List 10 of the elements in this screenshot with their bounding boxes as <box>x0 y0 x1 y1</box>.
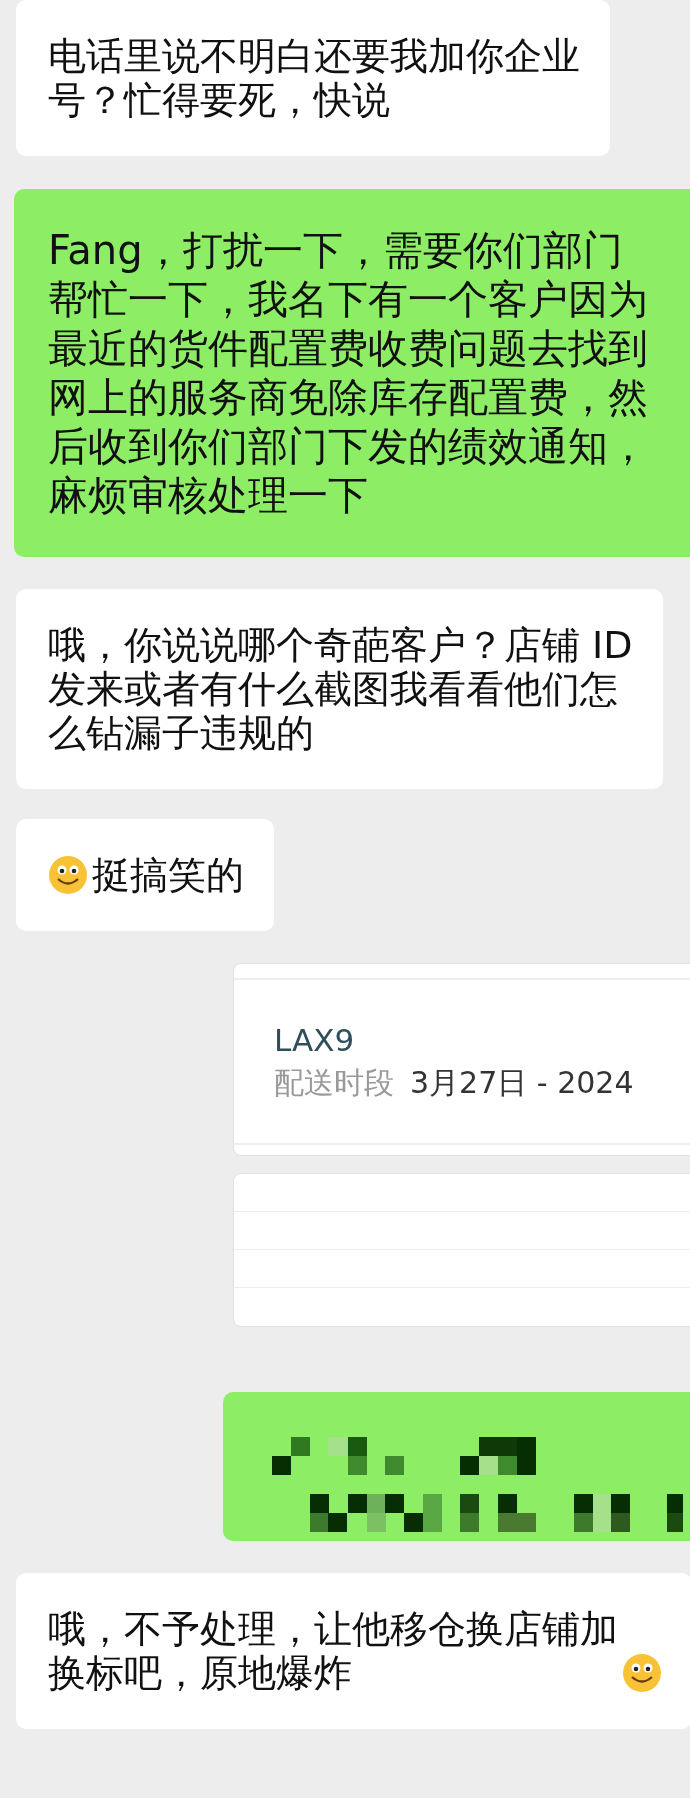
message-text: 挺搞笑的 <box>92 853 244 897</box>
message-text: 哦，你说说哪个奇葩客户？店铺 ID 发来或者有什么截图我看看他们怎 么钻漏子违规的 <box>48 623 633 755</box>
smiley-icon <box>48 855 88 895</box>
warehouse-code: LAX9 <box>274 1021 356 1060</box>
delivery-window-label: 配送时段 <box>274 1064 394 1102</box>
smiley-icon <box>622 1653 662 1693</box>
delivery-window-date: 3月27日 - 2024 <box>410 1064 634 1102</box>
message-text: Fang，打扰一下，需要你们部门 帮忙一下，我名下有一个客户因为 最近的货件配置费收费问题去找到 网上的服务商免除库存配置费，然 后收到你们部门下发的绩效通知， 麻烦审核处理一下 <box>48 226 649 520</box>
message-text: 电话里说不明白还要我加你企业 号？忙得要死，快说 <box>48 34 580 122</box>
message-text: 哦，不予处理，让他移仓换店铺加 换标吧，原地爆炸 <box>48 1607 618 1695</box>
